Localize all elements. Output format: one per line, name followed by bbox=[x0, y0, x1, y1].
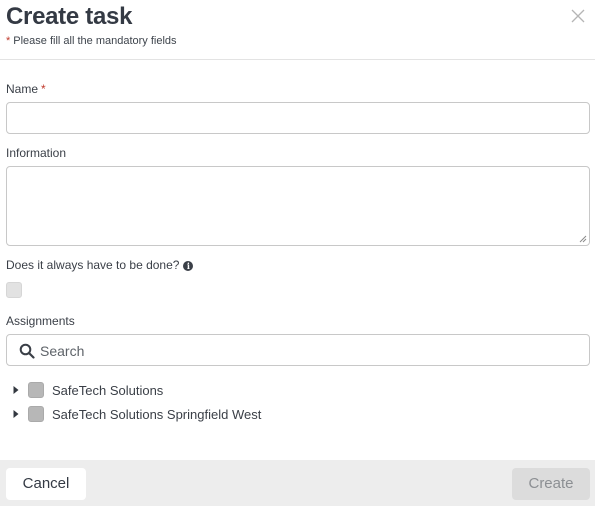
mandatory-fields-note: * Please fill all the mandatory fields bbox=[6, 35, 177, 47]
create-task-dialog: Create task * Please fill all the mandato… bbox=[0, 0, 595, 506]
always-done-text: Does it always have to be done? bbox=[6, 258, 180, 272]
expand-arrow-icon[interactable] bbox=[12, 409, 20, 419]
required-asterisk: * bbox=[41, 82, 46, 96]
tree-item: SafeTech Solutions Springfield West bbox=[12, 405, 412, 423]
always-done-checkbox[interactable] bbox=[6, 282, 22, 298]
assignments-label: Assignments bbox=[6, 314, 75, 328]
name-input[interactable] bbox=[6, 102, 590, 134]
always-done-label: Does it always have to be done? i bbox=[6, 258, 194, 272]
information-label: Information bbox=[6, 146, 67, 160]
dialog-title: Create task bbox=[6, 3, 133, 30]
required-asterisk: * bbox=[6, 35, 11, 47]
search-placeholder: Search bbox=[40, 343, 85, 359]
tree-item-label[interactable]: SafeTech Solutions bbox=[52, 383, 163, 398]
name-label: Name * bbox=[6, 82, 46, 96]
close-button[interactable] bbox=[570, 8, 586, 24]
create-button[interactable]: Create bbox=[512, 468, 590, 500]
mandatory-note-text: Please fill all the mandatory fields bbox=[13, 35, 177, 47]
tree-item-label[interactable]: SafeTech Solutions Springfield West bbox=[52, 407, 261, 422]
tree-item-checkbox[interactable] bbox=[28, 406, 44, 422]
search-icon bbox=[19, 343, 35, 359]
tree-item-checkbox[interactable] bbox=[28, 382, 44, 398]
dialog-header: Create task * Please fill all the mandato… bbox=[0, 0, 595, 60]
resize-grip-icon[interactable] bbox=[579, 235, 587, 243]
info-icon[interactable]: i bbox=[183, 261, 194, 271]
close-icon bbox=[571, 9, 585, 23]
name-label-text: Name bbox=[6, 82, 39, 96]
expand-arrow-icon[interactable] bbox=[12, 385, 20, 395]
information-textarea[interactable] bbox=[6, 166, 590, 246]
cancel-button[interactable]: Cancel bbox=[6, 468, 86, 500]
dialog-footer: Cancel Create bbox=[0, 460, 595, 506]
assignments-search-input[interactable]: Search bbox=[6, 334, 590, 366]
tree-item: SafeTech Solutions bbox=[12, 381, 412, 399]
